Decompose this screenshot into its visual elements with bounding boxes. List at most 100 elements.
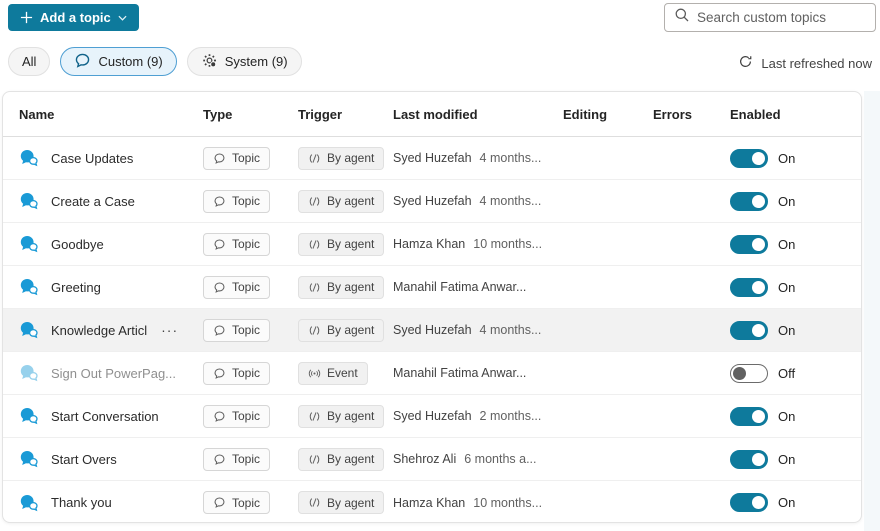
topic-chat-bubbles-icon [19,277,39,297]
topic-badge-icon [213,324,226,337]
enabled-cell: On [730,450,861,469]
enabled-cell: On [730,149,861,168]
toggle-knob [752,410,765,423]
trigger-badge: By agent [298,233,384,256]
enabled-toggle[interactable] [730,493,768,512]
topic-badge-icon [213,453,226,466]
filter-system[interactable]: System (9) [187,47,302,76]
topic-name: Thank you [51,495,112,510]
trigger-badge: Event [298,362,368,385]
col-header-enabled: Enabled [730,107,861,122]
topic-chat-bubbles-icon [19,234,39,254]
enabled-toggle[interactable] [730,364,768,383]
enabled-label: On [778,409,795,424]
modified-when: 2 months... [480,409,542,423]
type-badge-label: Topic [232,323,260,337]
search-input[interactable] [697,10,866,25]
enabled-toggle[interactable] [730,149,768,168]
trigger-badge: By agent [298,405,384,428]
enabled-toggle[interactable] [730,407,768,426]
type-badge: Topic [203,233,270,256]
enabled-toggle[interactable] [730,321,768,340]
chat-bubble-icon [74,52,91,72]
table-row[interactable]: Case Updates Topic By agent Syed Huzefah… [3,137,861,180]
col-header-modified: Last modified [393,107,563,122]
filter-custom[interactable]: Custom (9) [60,47,176,76]
name-cell: Thank you [19,493,203,513]
last-modified-cell: Hamza Khan 10 months... [393,496,563,510]
table-row[interactable]: Start Overs Topic By agent Shehroz Ali 6… [3,438,861,481]
type-badge-label: Topic [232,194,260,208]
modified-when: 4 months... [480,151,542,165]
enabled-toggle[interactable] [730,235,768,254]
by-agent-icon [308,195,321,208]
filter-custom-label: Custom (9) [98,54,162,69]
last-modified-cell: Syed Huzefah 2 months... [393,409,563,423]
col-header-errors: Errors [653,107,730,122]
enabled-label: On [778,194,795,209]
trigger-cell: By agent [298,233,393,256]
name-cell: Create a Case [19,191,203,211]
trigger-badge-label: By agent [327,280,374,294]
type-cell: Topic [203,147,298,170]
modified-when: 6 months a... [464,452,536,466]
last-modified-cell: Hamza Khan 10 months... [393,237,563,251]
search-box[interactable] [664,3,876,32]
last-modified-cell: Syed Huzefah 4 months... [393,194,563,208]
type-badge-label: Topic [232,151,260,165]
type-badge: Topic [203,362,270,385]
enabled-toggle[interactable] [730,450,768,469]
refresh-label: Last refreshed now [761,56,872,71]
trigger-badge-label: By agent [327,496,374,510]
topic-badge-icon [213,281,226,294]
type-badge-label: Topic [232,280,260,294]
filter-all[interactable]: All [8,47,50,76]
modified-when: 10 months... [473,237,542,251]
trigger-cell: By agent [298,319,393,342]
trigger-badge: By agent [298,448,384,471]
trigger-badge: By agent [298,276,384,299]
table-row[interactable]: Start Conversation Topic By agent Syed H… [3,395,861,438]
enabled-toggle[interactable] [730,192,768,211]
add-topic-button[interactable]: Add a topic [8,4,139,31]
refresh-status[interactable]: Last refreshed now [738,54,872,72]
more-options-button[interactable]: ··· [159,323,180,337]
enabled-toggle[interactable] [730,278,768,297]
topic-name: Start Conversation [51,409,159,424]
type-cell: Topic [203,491,298,514]
trigger-cell: By agent [298,276,393,299]
topic-badge-icon [213,152,226,165]
type-badge: Topic [203,319,270,342]
table-row[interactable]: Thank you Topic By agent Hamza Khan 10 m… [3,481,861,523]
trigger-badge-label: By agent [327,194,374,208]
last-modified-cell: Syed Huzefah 4 months... [393,323,563,337]
table-row[interactable]: Goodbye Topic By agent Hamza Khan 10 mon… [3,223,861,266]
trigger-cell: Event [298,362,393,385]
table-row[interactable]: Knowledge Articl ··· Topic By agent Syed… [3,309,861,352]
topic-chat-bubbles-icon [19,406,39,426]
table-row[interactable]: Sign Out PowerPag... Topic Event [3,352,861,395]
type-badge: Topic [203,405,270,428]
type-badge-label: Topic [232,409,260,423]
search-icon [674,7,690,28]
topic-name: Sign Out PowerPag... [51,366,176,381]
type-cell: Topic [203,319,298,342]
modified-by: Hamza Khan [393,237,465,251]
name-cell: Goodbye [19,234,203,254]
name-cell: Greeting [19,277,203,297]
trigger-badge-label: By agent [327,452,374,466]
topic-chat-bubbles-icon [19,493,39,513]
enabled-label: On [778,452,795,467]
topic-chat-bubbles-icon [19,148,39,168]
type-cell: Topic [203,190,298,213]
toggle-knob [752,453,765,466]
plus-icon [20,11,33,24]
topic-name: Greeting [51,280,101,295]
enabled-cell: On [730,235,861,254]
trigger-badge-label: Event [327,366,358,380]
trigger-badge: By agent [298,190,384,213]
col-header-trigger: Trigger [298,107,393,122]
table-row[interactable]: Greeting Topic By agent Manahil Fatima A… [3,266,861,309]
table-row[interactable]: Create a Case Topic By agent Syed Huzefa… [3,180,861,223]
by-agent-icon [308,410,321,423]
